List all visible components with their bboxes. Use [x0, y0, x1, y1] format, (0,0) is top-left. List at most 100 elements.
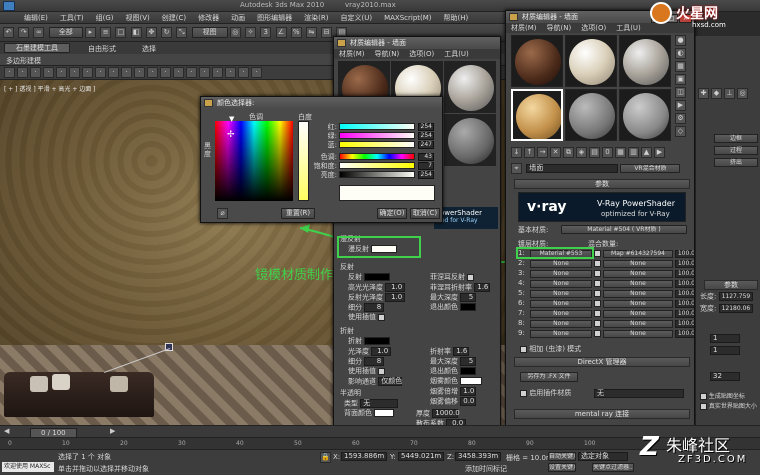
tool-14-icon[interactable]: ·: [173, 67, 184, 78]
menu-rendering[interactable]: 渲染(R): [298, 12, 334, 24]
tool-3-icon[interactable]: ·: [30, 67, 41, 78]
tab-selection[interactable]: 选择: [142, 44, 156, 54]
uv-tiling-icon[interactable]: ▣: [675, 74, 686, 85]
menu-edit[interactable]: 编辑(E): [18, 12, 54, 24]
coat-material-button[interactable]: None: [530, 260, 592, 268]
select-manipulate-icon[interactable]: ✧: [245, 27, 257, 38]
pivot-icon[interactable]: ◎: [229, 27, 241, 38]
auto-key-button[interactable]: 自动关键点: [548, 452, 576, 461]
tool-12-icon[interactable]: ·: [147, 67, 158, 78]
mat-back-fresnel-checkbox[interactable]: [467, 273, 475, 281]
tool-9-icon[interactable]: ·: [108, 67, 119, 78]
select-by-name-icon[interactable]: ≡: [100, 27, 112, 38]
mat-back-titlebar[interactable]: 材质编辑器 - 墙面: [334, 37, 500, 49]
mat-back-menu-utilities[interactable]: 工具(U): [439, 49, 474, 59]
mat-slot-4[interactable]: [511, 89, 563, 141]
put-to-library-icon[interactable]: ▤: [589, 147, 600, 158]
mat-slot-2[interactable]: [565, 35, 617, 87]
go-to-parent-icon[interactable]: ▲: [641, 147, 652, 158]
undo-icon[interactable]: ↶: [3, 27, 14, 38]
coat-enable-checkbox[interactable]: [594, 269, 601, 277]
mat-back-menu-options[interactable]: 选项(O): [404, 49, 439, 59]
enable-plugin-checkbox[interactable]: [520, 389, 527, 397]
make-unique-icon[interactable]: ◈: [576, 147, 587, 158]
mental-ray-rollout[interactable]: mental ray 连接: [514, 409, 690, 419]
menu-maxscript[interactable]: MAXScript(M): [378, 12, 437, 24]
show-end-result-icon[interactable]: ▥: [628, 147, 639, 158]
params-rollout[interactable]: 参数: [514, 179, 690, 189]
mat-back-trans-type-dropdown[interactable]: 无: [360, 399, 399, 408]
tool-13-icon[interactable]: ·: [160, 67, 171, 78]
menu-help[interactable]: 帮助(H): [438, 12, 475, 24]
mat-back-row-value[interactable]: 8: [364, 303, 385, 312]
mat-back-fog-color-swatch[interactable]: [460, 377, 483, 385]
green-slider[interactable]: [339, 132, 415, 139]
base-material-button[interactable]: Material #504 ( VR材质 ): [561, 225, 687, 234]
coat-amount-value[interactable]: 100.0: [675, 260, 694, 268]
z-coord-field[interactable]: 3458.393m: [455, 452, 501, 461]
tool-2-icon[interactable]: ·: [17, 67, 28, 78]
cmd-params-rollout[interactable]: 参数: [704, 280, 758, 290]
mat-slot-6[interactable]: [619, 89, 671, 141]
save-fx-button[interactable]: 另存为 .FX 文件: [520, 372, 578, 382]
coat-enable-checkbox[interactable]: [594, 249, 601, 257]
eyedropper-icon[interactable]: ⌀: [217, 208, 228, 219]
coat-amount-value[interactable]: 100.0: [675, 280, 694, 288]
menu-create[interactable]: 创建(C): [156, 12, 192, 24]
mat-slot-1[interactable]: [511, 35, 563, 87]
create-tab-icon[interactable]: ✚: [698, 88, 709, 99]
add-time-tag[interactable]: 添加时间标记: [465, 464, 507, 474]
menu-views[interactable]: 视图(V): [120, 12, 156, 24]
mat-front-menu-utilities[interactable]: 工具(U): [611, 23, 646, 33]
real-world-checkbox[interactable]: [700, 403, 707, 410]
green-value[interactable]: 254: [418, 132, 434, 140]
put-to-scene-icon[interactable]: ↑: [524, 147, 535, 158]
coat-material-button[interactable]: None: [530, 310, 592, 318]
menu-customize[interactable]: 自定义(U): [334, 12, 378, 24]
link-icon[interactable]: ∞: [33, 27, 45, 38]
cmd-extrude-button[interactable]: 挤出: [714, 158, 758, 167]
coat-map-button[interactable]: None: [603, 330, 673, 338]
backlight-icon[interactable]: ◐: [675, 48, 686, 59]
segs-3-value[interactable]: 32: [710, 372, 740, 381]
app-logo-icon[interactable]: [3, 1, 15, 11]
menu-tools[interactable]: 工具(T): [54, 12, 90, 24]
reset-map-icon[interactable]: ✕: [550, 147, 561, 158]
mat-back-interp2-checkbox[interactable]: [378, 367, 386, 375]
tool-17-icon[interactable]: ·: [212, 67, 223, 78]
value-value[interactable]: 254: [418, 171, 434, 179]
coat-map-button[interactable]: Map #614327594: [603, 250, 673, 258]
lock-selection-icon[interactable]: 🔒: [320, 452, 331, 463]
blue-value[interactable]: 247: [418, 141, 434, 149]
material-name-field[interactable]: 墙面: [526, 164, 619, 173]
menu-animation[interactable]: 动画: [225, 12, 251, 24]
coat-enable-checkbox[interactable]: [594, 329, 601, 337]
mat-back-backface-swatch[interactable]: [374, 409, 395, 417]
mat-back-menu-material[interactable]: 材质(M): [334, 49, 370, 59]
mat-back-menu-navigation[interactable]: 导航(N): [370, 49, 405, 59]
plugin-dropdown[interactable]: 无: [594, 389, 684, 398]
options-icon[interactable]: ⚙: [675, 113, 686, 124]
video-check-icon[interactable]: ◫: [675, 87, 686, 98]
coat-material-button[interactable]: None: [530, 300, 592, 308]
reference-coord-dropdown[interactable]: 视图: [191, 27, 228, 38]
mirror-icon[interactable]: ⇋: [305, 27, 317, 38]
color-picker-titlebar[interactable]: 颜色选择器:: [201, 97, 442, 109]
coat-map-button[interactable]: None: [603, 290, 673, 298]
get-material-icon[interactable]: ↓: [511, 147, 522, 158]
mat-front-menu-material[interactable]: 材质(M): [506, 23, 542, 33]
selection-filter-dropdown[interactable]: 全部: [48, 27, 83, 38]
tool-4-icon[interactable]: ·: [43, 67, 54, 78]
coat-enable-checkbox[interactable]: [594, 279, 601, 287]
mat-back-right-value[interactable]: 5: [460, 357, 477, 366]
prev-frame-icon[interactable]: ◀: [4, 427, 9, 435]
coat-amount-value[interactable]: 100.0: [675, 290, 694, 298]
menu-graph-editors[interactable]: 图形编辑器: [251, 12, 298, 24]
coat-enable-checkbox[interactable]: [594, 299, 601, 307]
y-coord-field[interactable]: 5449.021m: [398, 452, 444, 461]
pick-material-icon[interactable]: ⌖: [511, 163, 522, 174]
mat-slot-5[interactable]: [565, 89, 617, 141]
tool-8-icon[interactable]: ·: [95, 67, 106, 78]
coat-enable-checkbox[interactable]: [594, 289, 601, 297]
mat-back-reflect-swatch[interactable]: [364, 273, 391, 281]
